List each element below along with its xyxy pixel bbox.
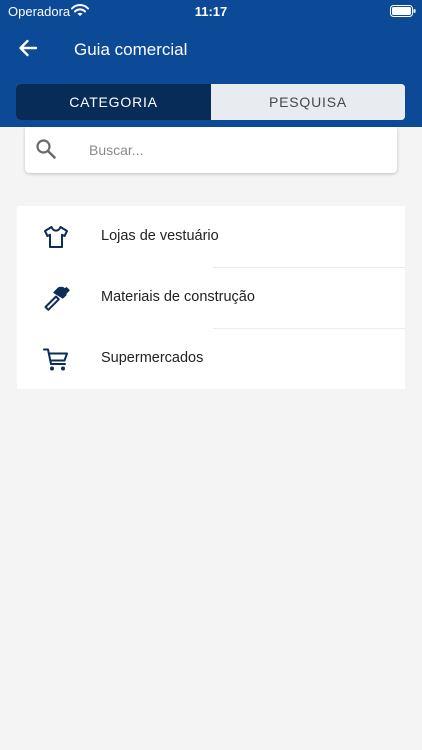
shopping-cart-icon bbox=[43, 348, 68, 371]
tab-categoria[interactable]: CATEGORIA bbox=[16, 84, 211, 120]
search-input[interactable] bbox=[89, 135, 385, 165]
search-icon bbox=[36, 139, 56, 159]
hammer-icon bbox=[44, 286, 70, 311]
category-label: Materiais de construção bbox=[101, 289, 255, 305]
arrow-left-icon bbox=[19, 39, 38, 57]
status-bar: Operadora 11:17 bbox=[0, 0, 422, 22]
segmented-tabs: CATEGORIA PESQUISA bbox=[16, 84, 405, 120]
back-button[interactable] bbox=[14, 34, 42, 62]
battery-icon bbox=[390, 5, 416, 17]
search-bar bbox=[25, 127, 397, 173]
app-header: Operadora 11:17 Guia comercial CATEGORIA… bbox=[0, 0, 422, 127]
page-title: Guia comercial bbox=[74, 40, 188, 59]
tab-pesquisa[interactable]: PESQUISA bbox=[211, 84, 405, 120]
category-label: Supermercados bbox=[101, 350, 204, 366]
category-item-supermercados[interactable]: Supermercados bbox=[17, 328, 405, 389]
tshirt-icon bbox=[44, 226, 68, 248]
category-item-lojas-de-vestuario[interactable]: Lojas de vestuário bbox=[17, 206, 405, 267]
category-item-materiais-de-construcao[interactable]: Materiais de construção bbox=[17, 267, 405, 328]
status-time: 11:17 bbox=[194, 4, 228, 19]
category-list: Lojas de vestuário Materiais de construç… bbox=[17, 206, 405, 389]
category-label: Lojas de vestuário bbox=[101, 228, 219, 244]
nav-bar: Guia comercial bbox=[0, 22, 422, 76]
